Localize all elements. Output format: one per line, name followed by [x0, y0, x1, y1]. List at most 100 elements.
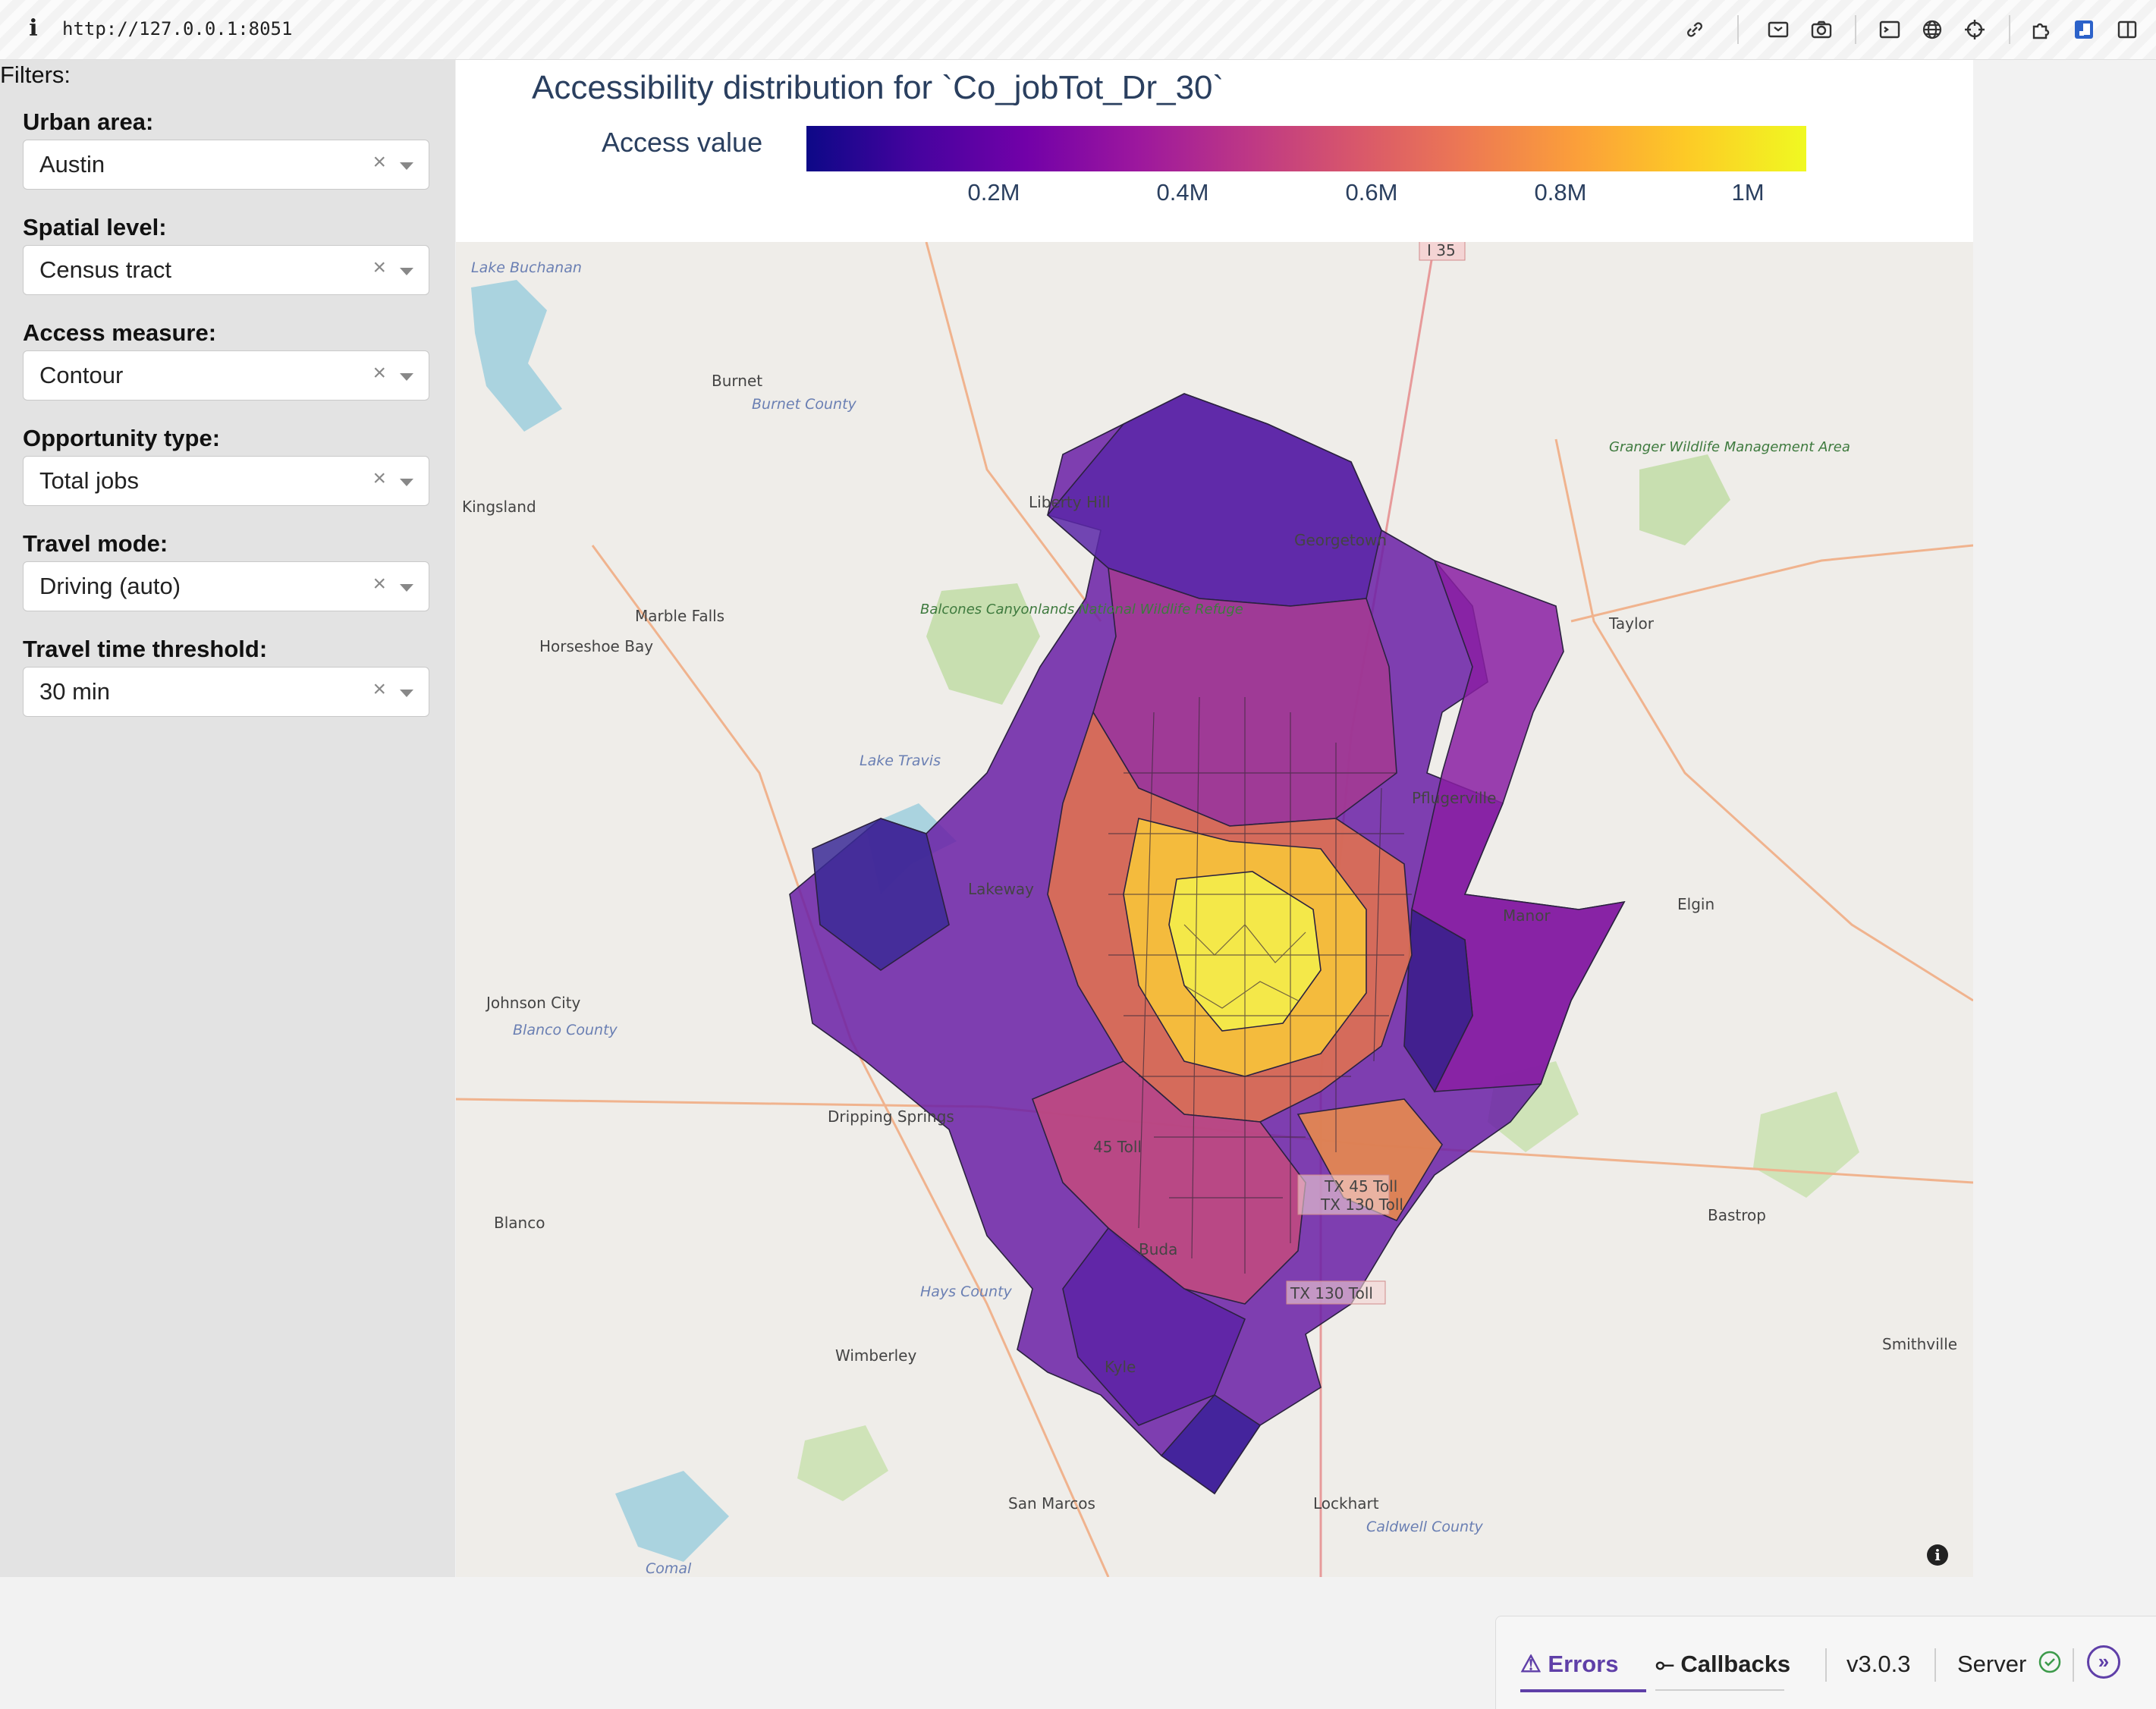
map-label: Bastrop	[1708, 1206, 1766, 1224]
warning-icon: ⚠	[1520, 1651, 1548, 1677]
map-label: Granger Wildlife Management Area	[1609, 439, 1850, 455]
map-label: Pflugerville	[1412, 789, 1496, 807]
map-label: San Marcos	[1008, 1494, 1095, 1513]
server-status-label: Server	[1957, 1651, 2027, 1677]
map-label: Burnet	[712, 372, 762, 390]
colorbar-tick: 0.2M	[967, 179, 1020, 206]
map-label: Georgetown	[1294, 531, 1387, 549]
server-ok-icon	[2038, 1651, 2061, 1673]
map-label: Hays County	[920, 1283, 1013, 1300]
map-attribution-icon[interactable]: i	[1927, 1544, 1948, 1566]
chevron-down-icon[interactable]	[400, 690, 413, 697]
filters-heading: Filters:	[0, 61, 71, 88]
road-label: TX 130 Toll	[1290, 1284, 1373, 1302]
map-label: Kingsland	[462, 498, 536, 516]
opportunity-type-label: Opportunity type:	[23, 425, 221, 451]
info-icon[interactable]: i	[24, 15, 42, 42]
colorbar-tick: 0.6M	[1345, 179, 1398, 206]
map-area[interactable]: Lake Buchanan Burnet Burnet County Kings…	[456, 242, 1973, 1577]
clear-icon[interactable]: ×	[372, 677, 386, 702]
colorbar-title: Access value	[602, 127, 763, 158]
travel-time-dropdown[interactable]: 30 min ×	[23, 667, 429, 717]
errors-tab[interactable]: ⚠ Errors	[1520, 1651, 1618, 1678]
map-label: Lake Buchanan	[471, 259, 582, 276]
map-label: Dripping Springs	[828, 1107, 954, 1126]
crosshair-icon[interactable]	[1962, 17, 1988, 42]
clear-icon[interactable]: ×	[372, 571, 386, 597]
map-label: Buda	[1139, 1240, 1177, 1258]
map-label: Blanco County	[513, 1022, 618, 1038]
colorbar	[806, 126, 1806, 171]
errors-label: Errors	[1548, 1651, 1619, 1677]
clear-icon[interactable]: ×	[372, 360, 386, 386]
screenshot-area-icon[interactable]	[1765, 17, 1791, 42]
choropleth-regions[interactable]	[789, 393, 1626, 1495]
chevron-down-icon[interactable]	[400, 162, 413, 170]
urban-area-label: Urban area:	[23, 108, 154, 135]
filters-sidebar: Filters: Urban area: Austin × Spatial le…	[0, 60, 455, 1577]
extension-icon[interactable]	[2029, 17, 2054, 42]
sidebar-icon[interactable]	[2114, 17, 2140, 42]
chevron-down-icon[interactable]	[400, 268, 413, 275]
travel-time-label: Travel time threshold:	[23, 636, 268, 662]
clear-icon[interactable]: ×	[372, 466, 386, 492]
map-label: Elgin	[1677, 895, 1714, 913]
map-label: Lockhart	[1313, 1494, 1379, 1513]
road-label: I 35	[1427, 242, 1456, 259]
urban-area-value: Austin	[39, 151, 105, 177]
map-label: Lakeway	[968, 880, 1034, 898]
camera-icon[interactable]	[1809, 17, 1834, 42]
spatial-level-label: Spatial level:	[23, 214, 167, 240]
colorbar-tick: 0.8M	[1534, 179, 1587, 206]
globe-icon[interactable]	[1919, 17, 1945, 42]
access-measure-value: Contour	[39, 362, 124, 388]
map-label: Kyle	[1105, 1358, 1136, 1376]
urban-area-dropdown[interactable]: Austin ×	[23, 140, 429, 190]
map-label: Marble Falls	[635, 607, 724, 625]
map-label: Burnet County	[752, 396, 857, 413]
colorbar-tick: 1M	[1731, 179, 1765, 206]
map-label: Liberty Hill	[1029, 493, 1111, 511]
access-measure-label: Access measure:	[23, 319, 217, 346]
callbacks-tab-indicator	[1655, 1689, 1784, 1691]
road-label: TX 130 Toll	[1320, 1195, 1403, 1214]
colorbar-tick: 0.4M	[1156, 179, 1209, 206]
map-label: Manor	[1503, 906, 1551, 925]
choropleth-graph: Accessibility distribution for `Co_jobTo…	[456, 60, 1973, 1577]
map-label: Balcones Canyonlands National Wildlife R…	[920, 602, 1243, 617]
callbacks-label: Callbacks	[1680, 1651, 1791, 1677]
address-bar[interactable]: http://127.0.0.1:8051	[62, 18, 292, 39]
chevron-down-icon[interactable]	[400, 373, 413, 381]
callbacks-icon: ⟜	[1655, 1651, 1681, 1677]
terminal-icon[interactable]	[1877, 17, 1903, 42]
clear-icon[interactable]: ×	[372, 149, 386, 175]
map-label: Horseshoe Bay	[539, 637, 653, 655]
spatial-level-value: Census tract	[39, 256, 172, 283]
errors-tab-indicator	[1520, 1689, 1646, 1692]
road-label: TX 45 Toll	[1324, 1177, 1397, 1195]
callbacks-tab[interactable]: ⟜ Callbacks	[1655, 1651, 1790, 1679]
clear-icon[interactable]: ×	[372, 255, 386, 281]
map-label: Taylor	[1608, 614, 1655, 633]
map-label: Wimberley	[835, 1346, 916, 1365]
chevron-down-icon[interactable]	[400, 479, 413, 486]
travel-mode-label: Travel mode:	[23, 530, 168, 557]
travel-mode-dropdown[interactable]: Driving (auto) ×	[23, 561, 429, 611]
travel-time-value: 30 min	[39, 678, 111, 705]
dash-debug-menu: ⚠ Errors ⟜ Callbacks v3.0.3 Server »	[1495, 1616, 2156, 1709]
link-icon[interactable]	[1682, 17, 1708, 42]
profile-icon[interactable]	[2071, 17, 2097, 42]
chevron-down-icon[interactable]	[400, 584, 413, 592]
map-label: Comal	[646, 1560, 692, 1577]
chart-title: Accessibility distribution for `Co_jobTo…	[532, 69, 1224, 106]
map-label: Caldwell County	[1366, 1519, 1484, 1535]
map-label: Smithville	[1882, 1335, 1957, 1353]
collapse-debug-button[interactable]: »	[2087, 1645, 2120, 1679]
browser-toolbar: i http://127.0.0.1:8051	[0, 0, 2156, 60]
opportunity-type-value: Total jobs	[39, 467, 139, 494]
map-label: Johnson City	[485, 994, 581, 1012]
road-label: 45 Toll	[1093, 1138, 1142, 1156]
spatial-level-dropdown[interactable]: Census tract ×	[23, 245, 429, 295]
opportunity-type-dropdown[interactable]: Total jobs ×	[23, 456, 429, 506]
access-measure-dropdown[interactable]: Contour ×	[23, 350, 429, 401]
